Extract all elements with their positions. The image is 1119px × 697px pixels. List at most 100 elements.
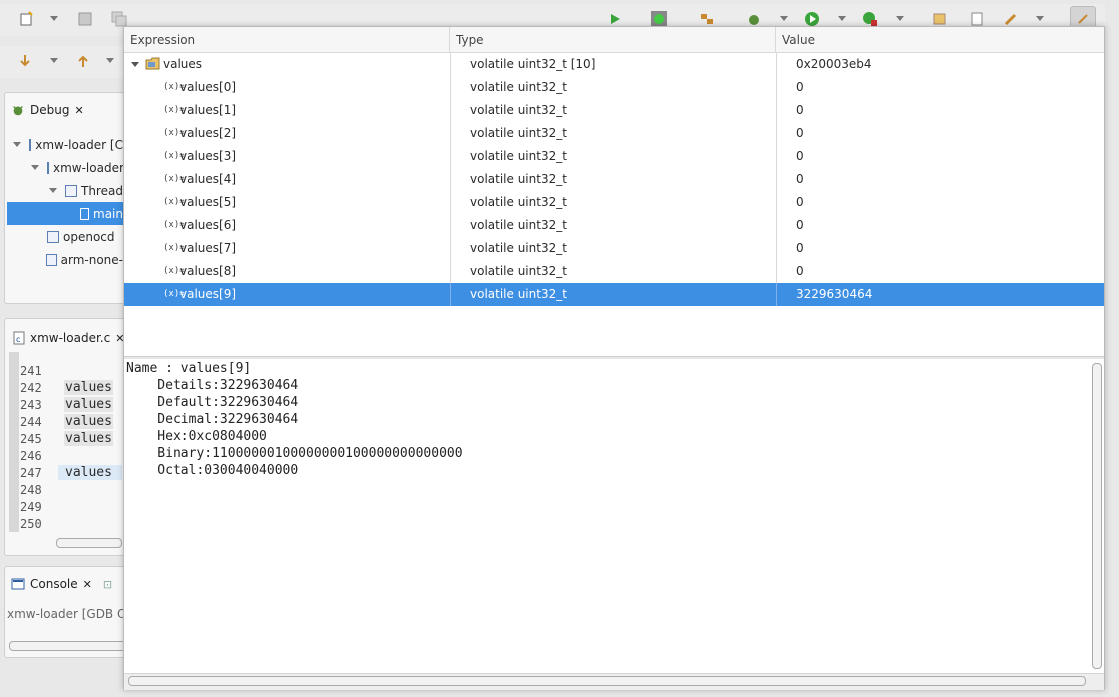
- line-number: 249: [20, 500, 42, 514]
- column-separator: [776, 191, 777, 214]
- expression-row[interactable]: (x)= values[2] volatile uint32_t 0: [124, 122, 1104, 145]
- expression-name: values[3]: [180, 149, 237, 163]
- code-line[interactable]: values: [64, 380, 113, 395]
- expression-row[interactable]: (x)= values[9] volatile uint32_t 3229630464: [124, 283, 1104, 306]
- expression-row[interactable]: (x)= values[7] volatile uint32_t 0: [124, 237, 1104, 260]
- expression-name: values[4]: [180, 172, 237, 186]
- expression-hover-popup: Expression Type Value values volatile uin…: [123, 26, 1105, 690]
- code-line[interactable]: values: [64, 414, 113, 429]
- expression-row[interactable]: (x)= values[5] volatile uint32_t 0: [124, 191, 1104, 214]
- column-separator: [776, 214, 777, 237]
- console-view: Console ✕ ⊡ xmw-loader [GDB Op: [4, 566, 134, 658]
- debug-tree-item[interactable]: openocd: [7, 225, 123, 248]
- close-icon[interactable]: ✕: [74, 104, 83, 117]
- detail-line: Name : values[9]: [126, 361, 252, 376]
- column-separator: [776, 237, 777, 260]
- column-separator: [776, 145, 777, 168]
- debug-tree-item[interactable]: xmw-loader: [7, 156, 123, 179]
- expression-type: volatile uint32_t: [470, 218, 567, 232]
- expression-row[interactable]: (x)= values[6] volatile uint32_t 0: [124, 214, 1104, 237]
- debug-tree-label: openocd: [63, 229, 115, 244]
- expression-row-root[interactable]: values volatile uint32_t [10] 0x20003eb4: [124, 53, 1104, 76]
- column-expression[interactable]: Expression: [124, 27, 450, 53]
- column-separator: [450, 122, 451, 145]
- column-separator: [450, 283, 451, 306]
- details-hscrollbar[interactable]: [128, 676, 1086, 686]
- tab-console[interactable]: Console ✕ ⊡: [11, 577, 112, 591]
- line-number: 244: [20, 415, 42, 429]
- debug-tree-item[interactable]: Thread: [7, 179, 123, 202]
- expression-row[interactable]: (x)= values[4] volatile uint32_t 0: [124, 168, 1104, 191]
- line-number: 248: [20, 483, 42, 497]
- expression-name: values[5]: [180, 195, 237, 209]
- right-panel-edge: [1105, 0, 1119, 697]
- code-line[interactable]: values: [58, 465, 122, 480]
- bug-icon: [13, 106, 23, 116]
- new-icon[interactable]: [18, 10, 36, 28]
- expression-value: 0: [796, 103, 804, 117]
- expand-toggle-icon[interactable]: [49, 188, 57, 193]
- expression-name: values[2]: [180, 126, 237, 140]
- c-app-icon: [29, 138, 32, 151]
- tab-debug[interactable]: Debug ✕: [11, 103, 84, 117]
- column-separator: [450, 145, 451, 168]
- code-line[interactable]: values: [64, 431, 113, 446]
- collapse-toggle-icon[interactable]: [131, 62, 139, 67]
- line-number: 247: [20, 466, 42, 480]
- debug-tab-label: Debug: [30, 103, 70, 117]
- expression-name: values[7]: [180, 241, 237, 255]
- debug-dropdown-icon[interactable]: [780, 16, 788, 21]
- debug-tree-item[interactable]: arm-none-: [7, 248, 123, 271]
- expression-row[interactable]: (x)= values[8] volatile uint32_t 0: [124, 260, 1104, 283]
- debug-tree-item[interactable]: xmw-loader [C: [7, 133, 123, 156]
- expression-row[interactable]: (x)= values[0] volatile uint32_t 0: [124, 76, 1104, 99]
- expression-type: volatile uint32_t: [470, 241, 567, 255]
- detail-line: Default:3229630464: [126, 395, 299, 410]
- debug-view: Debug ✕ xmw-loader [C xmw-loader Thread mai…: [4, 92, 134, 304]
- expression-row[interactable]: (x)= values[1] volatile uint32_t 0: [124, 99, 1104, 122]
- expand-toggle-icon[interactable]: [13, 142, 21, 147]
- expand-toggle-icon[interactable]: [31, 165, 39, 170]
- next-annotation-dropdown-icon[interactable]: [50, 58, 58, 63]
- debug-tree-label: xmw-loader [C: [35, 137, 123, 152]
- console-tab-label: Console: [30, 577, 78, 591]
- details-pane: Name : values[9] Details:3229630464 Defa…: [124, 360, 1090, 675]
- column-separator: [450, 214, 451, 237]
- column-separator: [450, 99, 451, 122]
- column-separator: [450, 53, 451, 76]
- debug-tree-item[interactable]: main: [7, 202, 123, 225]
- column-value[interactable]: Value: [776, 27, 1104, 53]
- svg-text:c: c: [16, 335, 20, 344]
- column-separator: [450, 237, 451, 260]
- pin-console-icon[interactable]: ⊡: [103, 578, 112, 591]
- column-separator: [776, 168, 777, 191]
- previous-annotation-icon[interactable]: [74, 52, 92, 70]
- detail-line: Details:3229630464: [126, 378, 299, 393]
- previous-annotation-dropdown-icon[interactable]: [106, 58, 114, 63]
- expression-value: 0: [796, 264, 804, 278]
- details-vscrollbar[interactable]: [1092, 363, 1102, 669]
- console-hscrollbar[interactable]: [9, 641, 127, 651]
- save-icon[interactable]: [76, 10, 94, 28]
- brush-dropdown-icon[interactable]: [1036, 16, 1044, 21]
- detail-line: Decimal:3229630464: [126, 412, 299, 427]
- next-annotation-icon[interactable]: [16, 52, 34, 70]
- details-splitter[interactable]: [124, 356, 1104, 359]
- column-type[interactable]: Type: [450, 27, 776, 53]
- expression-name: values[9]: [180, 287, 237, 301]
- close-icon[interactable]: ✕: [83, 578, 92, 591]
- launcher-icon: [45, 253, 57, 266]
- coverage-dropdown-icon[interactable]: [896, 16, 904, 21]
- run-dropdown-icon[interactable]: [838, 16, 846, 21]
- editor-hscrollbar[interactable]: [56, 538, 122, 548]
- column-separator: [450, 260, 451, 283]
- expression-row[interactable]: (x)= values[3] volatile uint32_t 0: [124, 145, 1104, 168]
- expression-value: 0: [796, 172, 804, 186]
- code-line[interactable]: values: [64, 397, 113, 412]
- console-icon: [11, 578, 25, 590]
- new-dropdown-icon[interactable]: [50, 16, 58, 21]
- tab-xmw-loader-c[interactable]: c xmw-loader.c ✕: [13, 331, 124, 345]
- expression-name: values[6]: [180, 218, 237, 232]
- expression-type: volatile uint32_t: [470, 287, 567, 301]
- detail-line: Binary:11000000100000000100000000000000: [126, 446, 463, 461]
